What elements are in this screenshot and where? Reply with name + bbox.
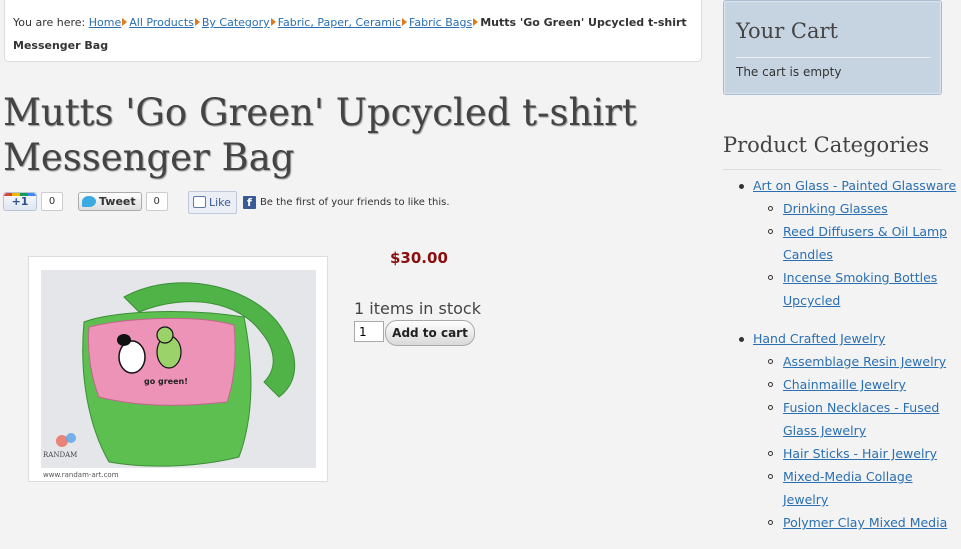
- tweet-button[interactable]: Tweet: [78, 191, 142, 211]
- categories-list: Art on Glass - Painted Glassware Drinkin…: [723, 174, 961, 549]
- category-link-polymer-clay[interactable]: Polymer Clay Mixed Media: [783, 515, 947, 530]
- page-title: Mutts 'Go Green' Upcycled t-shirt Messen…: [3, 91, 637, 179]
- categories-title: Product Categories: [723, 133, 930, 157]
- gplus-button[interactable]: +1: [3, 191, 37, 211]
- list-item: Reed Diffusers & Oil Lamp Candles: [753, 220, 961, 266]
- facebook-like-widget: Like f Be the first of your friends to l…: [188, 190, 450, 214]
- category-link-art-on-glass[interactable]: Art on Glass - Painted Glassware: [753, 178, 956, 193]
- category-link-hand-crafted-jewelry[interactable]: Hand Crafted Jewelry: [753, 331, 885, 346]
- list-item: Assemblage Resin Jewelry: [753, 350, 961, 373]
- gplus-widget: +1 0: [3, 190, 63, 212]
- facebook-like-button[interactable]: Like: [188, 190, 237, 214]
- breadcrumb-arrow-icon: [473, 18, 479, 26]
- list-item: Fusion Necklaces - Fused Glass Jewelry: [753, 396, 961, 442]
- category-link-mixed-media-collage[interactable]: Mixed-Media Collage Jewelry: [783, 469, 913, 507]
- cart-status: The cart is empty: [736, 65, 842, 79]
- category-link-fusion-necklaces[interactable]: Fusion Necklaces - Fused Glass Jewelry: [783, 400, 939, 438]
- list-item: Mixed-Media Collage Jewelry: [753, 465, 961, 511]
- twitter-bird-icon: [82, 195, 96, 207]
- cart-title: Your Cart: [736, 19, 838, 43]
- facebook-like-label: Like: [209, 195, 231, 209]
- category-link-hair-sticks[interactable]: Hair Sticks - Hair Jewelry: [783, 446, 937, 461]
- breadcrumb: You are here: Home All Products By Categor…: [4, 0, 702, 62]
- thumbs-up-icon: [193, 196, 206, 208]
- product-price: $30.00: [390, 249, 448, 267]
- breadcrumb-link-all-products[interactable]: All Products: [129, 16, 194, 29]
- bag-illustration: go green! RANDAM www.randam-art.com: [41, 270, 316, 479]
- facebook-like-text: Be the first of your friends to like thi…: [259, 196, 450, 208]
- breadcrumb-arrow-icon: [270, 18, 276, 26]
- category-link-reed-diffusers[interactable]: Reed Diffusers & Oil Lamp Candles: [783, 224, 947, 262]
- category-link-incense-bottles[interactable]: Incense Smoking Bottles Upcycled: [783, 270, 937, 308]
- list-item: Hair Sticks - Hair Jewelry: [753, 442, 961, 465]
- shirt-text: go green!: [144, 377, 188, 386]
- category-link-drinking-glasses[interactable]: Drinking Glasses: [783, 201, 888, 216]
- product-image[interactable]: go green! RANDAM www.randam-art.com: [28, 256, 328, 482]
- cart-box: Your Cart The cart is empty: [723, 0, 942, 95]
- stock-status: 1 items in stock: [354, 299, 481, 318]
- category-group: Hand Crafted Jewelry Assemblage Resin Je…: [723, 327, 961, 534]
- breadcrumb-arrow-icon: [122, 18, 128, 26]
- breadcrumb-arrow-icon: [194, 18, 200, 26]
- category-link-chainmaille[interactable]: Chainmaille Jewelry: [783, 377, 906, 392]
- watermark-url: www.randam-art.com: [43, 471, 119, 479]
- list-item: Incense Smoking Bottles Upcycled: [753, 266, 961, 312]
- cart-divider: [736, 57, 931, 58]
- breadcrumb-link-fabric-paper-ceramic[interactable]: Fabric, Paper, Ceramic: [278, 16, 401, 29]
- list-item: Chainmaille Jewelry: [753, 373, 961, 396]
- category-group: Art on Glass - Painted Glassware Drinkin…: [723, 174, 961, 312]
- list-item: Drinking Glasses: [753, 197, 961, 220]
- breadcrumb-arrow-icon: [402, 18, 408, 26]
- breadcrumb-prefix: You are here:: [13, 16, 86, 29]
- categories-divider: [723, 169, 942, 170]
- tweet-label: Tweet: [99, 194, 136, 208]
- list-item: Polymer Clay Mixed Media: [753, 511, 961, 534]
- breadcrumb-link-by-category[interactable]: By Category: [202, 16, 270, 29]
- quantity-input[interactable]: [354, 321, 384, 342]
- category-link-assemblage-resin[interactable]: Assemblage Resin Jewelry: [783, 354, 946, 369]
- tweet-count: 0: [145, 191, 168, 211]
- facebook-icon: f: [242, 195, 256, 209]
- watermark-brand: RANDAM: [43, 451, 77, 459]
- tweet-widget: Tweet 0: [78, 190, 168, 212]
- breadcrumb-link-home[interactable]: Home: [89, 16, 121, 29]
- gplus-count: 0: [41, 191, 63, 211]
- add-to-cart-button[interactable]: Add to cart: [385, 320, 475, 346]
- breadcrumb-link-fabric-bags[interactable]: Fabric Bags: [409, 16, 472, 29]
